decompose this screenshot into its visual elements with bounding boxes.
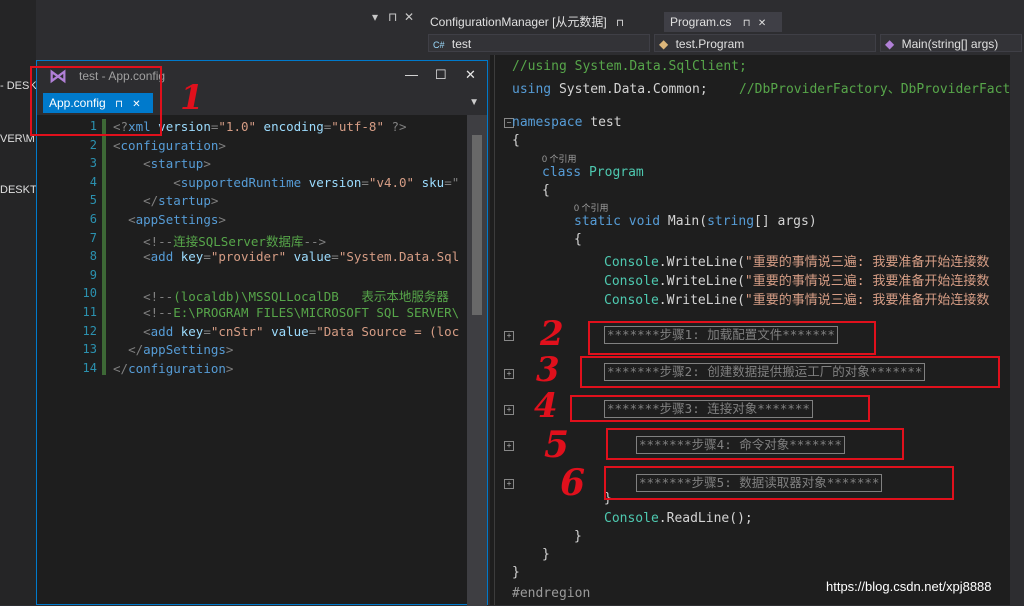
code-line: //using System.Data.SqlClient; xyxy=(512,59,747,74)
navigation-bar: C# test ◆ test.Program ◆ Main(string[] a… xyxy=(422,33,1024,55)
editor-vertical-scrollbar[interactable] xyxy=(1010,55,1024,605)
code-line: <configuration> xyxy=(113,137,226,153)
line-number: 6 xyxy=(89,212,97,226)
line-number: 3 xyxy=(89,156,97,171)
annotation-number-2: 2 xyxy=(540,314,564,354)
tab-program-cs[interactable]: Program.cs ⊓ ✕ xyxy=(664,12,782,32)
annotation-number-4: 4 xyxy=(534,386,558,426)
expand-icon[interactable]: + xyxy=(504,331,514,341)
code-line: static void Main(string[] args) xyxy=(574,214,817,229)
method-icon: ◆ xyxy=(885,37,895,51)
annotation-box-2 xyxy=(588,321,876,355)
line-number: 10 xyxy=(82,286,97,301)
reference-count[interactable]: 0 个引用 xyxy=(542,152,577,165)
class-dropdown[interactable]: ◆ test.Program xyxy=(654,34,876,52)
line-number: 5 xyxy=(89,193,97,208)
annotation-box-3 xyxy=(580,356,1000,388)
code-line: } xyxy=(574,529,582,544)
change-indicator xyxy=(102,119,106,375)
annotation-box-6 xyxy=(604,466,954,500)
code-line: <!--(localdb)\MSSQLLocalDB 表示本地服务器 xyxy=(143,289,449,305)
code-line: <supportedRuntime version="v4.0" sku=" xyxy=(173,174,460,190)
code-line: Console.WriteLine("重要的事情说三遍: 我要准备开始连接数 xyxy=(604,255,990,270)
tab-label: ConfigurationManager [从元数据] xyxy=(430,15,607,29)
pin-icon[interactable]: ⊓ xyxy=(743,18,751,29)
code-line: Console.ReadLine(); xyxy=(604,511,753,526)
csharp-icon: C# xyxy=(433,40,445,50)
tab-configuration-manager[interactable]: ConfigurationManager [从元数据] ⊓ xyxy=(430,12,624,32)
code-line: { xyxy=(512,133,520,148)
member-name: Main(string[] args) xyxy=(901,37,999,51)
code-line: using System.Data.Common; //DbProviderFa… xyxy=(512,82,1024,97)
code-line: class Program xyxy=(542,165,644,180)
tab-label: Program.cs xyxy=(670,15,732,29)
class-name: test.Program xyxy=(675,37,745,51)
annotation-number-6: 6 xyxy=(560,462,586,504)
code-line: <appSettings> xyxy=(128,212,226,227)
line-number: 9 xyxy=(89,267,97,282)
code-line: <startup> xyxy=(143,156,211,172)
code-line: namespace test xyxy=(512,115,622,130)
class-icon: ◆ xyxy=(659,37,669,51)
code-line: </startup> xyxy=(143,193,219,209)
vertical-scrollbar[interactable] xyxy=(467,115,487,606)
watermark: https://blog.csdn.net/xpj8888 xyxy=(826,579,992,594)
expand-icon[interactable]: + xyxy=(504,479,514,489)
annotation-number-3: 3 xyxy=(536,350,560,390)
code-line: </appSettings> xyxy=(128,342,234,358)
tab-dropdown-icon[interactable]: ▼ xyxy=(469,97,479,108)
minimize-icon[interactable]: — xyxy=(405,67,418,82)
annotation-box-4 xyxy=(570,395,870,422)
code-line: <add key="provider" value="System.Data.S… xyxy=(143,249,460,265)
code-line: <add key="cnStr" value="Data Source = (l… xyxy=(143,323,460,339)
close-icon[interactable]: ✕ xyxy=(758,18,766,29)
expand-icon[interactable]: + xyxy=(504,369,514,379)
line-number: 12 xyxy=(82,323,97,338)
code-line: <!--E:\PROGRAM FILES\MICROSOFT SQL SERVE… xyxy=(143,305,460,320)
code-line: Console.WriteLine("重要的事情说三遍: 我要准备开始连接数 xyxy=(604,293,990,308)
code-line: <!--连接SQLServer数据库--> xyxy=(143,233,327,249)
annotation-box-1 xyxy=(30,66,162,136)
line-number: 7 xyxy=(89,230,97,245)
pin-icon[interactable]: ⊓ xyxy=(388,10,397,24)
expand-icon[interactable]: + xyxy=(504,441,514,451)
line-number: 2 xyxy=(89,137,97,152)
line-number: 4 xyxy=(89,174,97,189)
project-name: test xyxy=(451,37,472,51)
code-line: } xyxy=(542,547,550,562)
editor-tab-strip: ConfigurationManager [从元数据] ⊓ Program.cs… xyxy=(420,10,1024,32)
member-dropdown[interactable]: ◆ Main(string[] args) xyxy=(880,34,1022,52)
solution-item-3[interactable]: DESKT xyxy=(0,184,37,196)
close-icon[interactable]: ✕ xyxy=(465,67,476,83)
scrollbar-thumb[interactable] xyxy=(472,135,482,315)
project-dropdown[interactable]: C# test xyxy=(428,34,650,52)
annotation-number-5: 5 xyxy=(544,424,570,466)
line-number: 8 xyxy=(89,249,97,264)
line-number: 11 xyxy=(82,305,97,319)
editor-gutter-line xyxy=(494,55,495,605)
annotation-number-1: 1 xyxy=(180,78,204,118)
pin-icon[interactable]: ⊓ xyxy=(616,18,624,29)
expand-icon[interactable]: + xyxy=(504,405,514,415)
code-line: } xyxy=(512,565,520,580)
code-line: #endregion xyxy=(512,586,591,601)
reference-count[interactable]: 0 个引用 xyxy=(574,201,609,214)
app-config-floating-window[interactable]: ⋈ test - App.config — ☐ ✕ App.config ⊓ ✕… xyxy=(36,60,488,606)
dropdown-icon[interactable]: ▾ xyxy=(372,10,378,24)
line-number: 13 xyxy=(82,342,97,357)
code-line: Console.WriteLine("重要的事情说三遍: 我要准备开始连接数 xyxy=(604,274,990,289)
annotation-box-5 xyxy=(606,428,904,460)
close-icon[interactable]: ✕ xyxy=(404,10,414,24)
line-number: 14 xyxy=(82,360,97,375)
code-line: { xyxy=(542,183,550,198)
code-line: { xyxy=(574,232,582,247)
maximize-icon[interactable]: ☐ xyxy=(435,67,447,83)
code-line: </configuration> xyxy=(113,360,234,376)
